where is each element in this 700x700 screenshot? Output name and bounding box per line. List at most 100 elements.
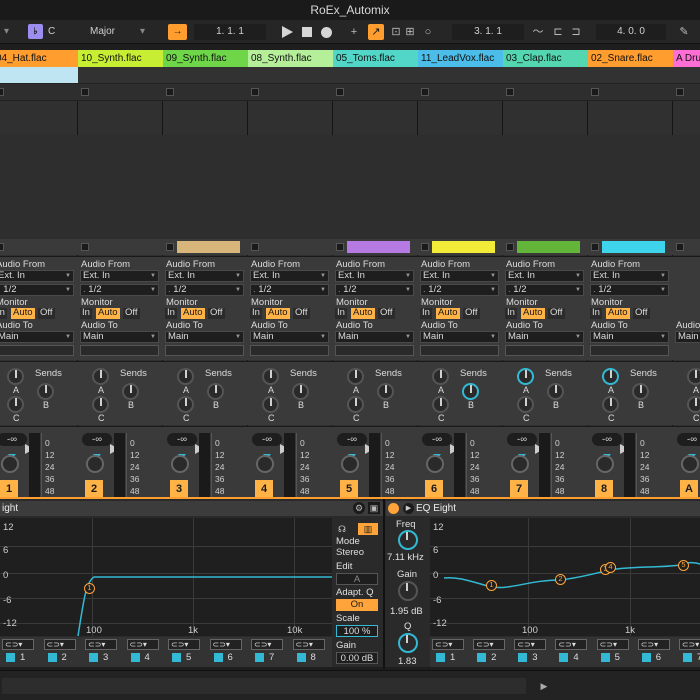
send-c-knob[interactable] [262,396,279,413]
audio-to-channel[interactable] [590,345,669,356]
session-record-icon[interactable]: ⊞ [402,24,418,40]
gain-knob[interactable] [398,581,418,601]
eq-band-point[interactable]: 4 [605,562,616,573]
volume-display[interactable]: -∞ [337,433,367,446]
gain-value[interactable]: 0.00 dB [336,652,378,664]
clip-slot[interactable] [78,84,163,101]
monitor-in-button[interactable]: In [80,308,92,319]
clip[interactable] [347,241,410,253]
input-channel-select[interactable]: . 1/2 [80,284,159,296]
input-channel-select[interactable]: . 1/2 [335,284,414,296]
input-channel-select[interactable]: . 1/2 [250,284,329,296]
clip-area[interactable] [673,135,700,239]
band-toggle[interactable] [130,653,140,662]
clip-slot[interactable] [163,67,248,84]
volume-display[interactable]: -∞ [0,433,27,446]
track-activator-button[interactable]: 4 [255,480,273,498]
gain-value-right[interactable]: 1.95 dB [390,606,423,617]
monitor-off-button[interactable]: Off [548,308,565,319]
clip-stop-icon[interactable] [676,88,684,96]
volume-display[interactable]: -∞ [422,433,452,446]
q-value[interactable]: 1.83 [398,656,417,667]
clip-slot[interactable] [673,67,700,84]
clip-area[interactable] [333,135,418,239]
track-title[interactable]: 04_Hat.flac [0,50,78,67]
clip-slot[interactable] [248,67,333,84]
audio-from-select[interactable]: Ext. In [335,270,414,282]
audio-to-channel[interactable] [250,345,329,356]
clip-stop-icon[interactable] [251,243,259,251]
edit-select[interactable]: A [336,573,378,585]
send-b-knob[interactable] [547,383,564,400]
punch-in-icon[interactable]: ⊏ [550,24,566,40]
clip[interactable] [177,241,240,253]
pan-knob[interactable] [341,455,359,473]
send-c-knob[interactable] [7,396,24,413]
audio-from-select[interactable]: Ext. In [80,270,159,282]
volume-display[interactable]: -∞ [677,433,700,446]
audio-to-select[interactable]: Main [590,331,669,343]
track-title[interactable]: 10_Synth.flac [78,50,163,67]
band-filter-select[interactable]: ⊂⊃▾ [126,639,159,650]
band-toggle[interactable] [47,653,57,662]
clip-stop-icon[interactable] [421,88,429,96]
monitor-in-button[interactable]: In [420,308,432,319]
loop-circle-icon[interactable]: ○ [420,24,436,40]
band-toggle[interactable] [559,653,569,662]
volume-display[interactable]: -∞ [167,433,197,446]
overdub-icon[interactable]: + [346,24,362,40]
clip-slot[interactable] [248,239,333,255]
send-b-knob[interactable] [632,383,649,400]
band-toggle[interactable] [172,653,181,662]
analyzer-icon[interactable]: ▥ [358,523,378,535]
loop-length[interactable]: 4. 0. 0 [596,24,666,40]
clip-area[interactable] [503,135,588,239]
eq-band-point[interactable]: 5 [678,560,689,571]
audio-to-channel[interactable] [80,345,159,356]
pan-knob[interactable] [1,455,19,473]
clip[interactable] [432,241,495,253]
audio-to-select[interactable]: Main [80,331,159,343]
track-title[interactable]: 08_Synth.flac [248,50,333,67]
headphones-icon[interactable]: ☊ [336,523,348,535]
band-toggle[interactable] [600,653,610,662]
adapt-q-toggle[interactable]: On [336,599,378,611]
clip[interactable] [517,241,580,253]
track-activator-button[interactable]: A [680,480,698,498]
punch-out-icon[interactable]: ⊐ [568,24,584,40]
clip-stop-icon[interactable] [591,88,599,96]
clip-slot[interactable] [0,67,78,84]
monitor-in-button[interactable]: In [505,308,517,319]
band-toggle[interactable] [213,653,223,662]
band-filter-select[interactable]: ⊂⊃▾ [432,639,464,650]
band-filter-select[interactable]: ⊂⊃▾ [209,639,242,650]
device-on-icon[interactable] [388,503,399,514]
clip-slot[interactable] [78,239,163,255]
clip-area[interactable] [0,135,78,239]
track-activator-button[interactable]: 8 [595,480,613,498]
band-toggle[interactable] [477,653,487,662]
send-c-knob[interactable] [347,396,364,413]
clip-stop-icon[interactable] [0,243,4,251]
band-toggle[interactable] [682,653,692,662]
input-channel-select[interactable]: . 1/2 [165,284,244,296]
band-filter-select[interactable]: ⊂⊃▾ [596,639,629,650]
clip-slot[interactable] [333,84,418,101]
track-activator-button[interactable]: 7 [510,480,528,498]
clip-slot[interactable] [333,239,418,255]
band-toggle[interactable] [436,653,445,662]
band-filter-select[interactable]: ⊂⊃▾ [473,639,506,650]
audio-to-channel[interactable] [165,345,244,356]
eq-graph-left[interactable]: 12 6 0 -6 -12 100 1k 10k 1 [0,518,332,636]
band-filter-select[interactable]: ⊂⊃▾ [43,639,76,650]
send-a-knob[interactable] [517,368,534,385]
clip-stop-icon[interactable] [421,243,429,251]
clip[interactable] [602,241,665,253]
band-toggle[interactable] [641,653,651,662]
eq-graph-right[interactable]: 12 6 0 -6 -12 100 1k 1 2 3 4 5 [430,518,700,636]
monitor-in-button[interactable]: In [590,308,602,319]
monitor-in-button[interactable]: In [0,308,7,319]
draw-mode-icon[interactable]: ✎ [676,24,692,40]
track-title[interactable]: A Drums [673,50,700,67]
monitor-off-button[interactable]: Off [293,308,310,319]
